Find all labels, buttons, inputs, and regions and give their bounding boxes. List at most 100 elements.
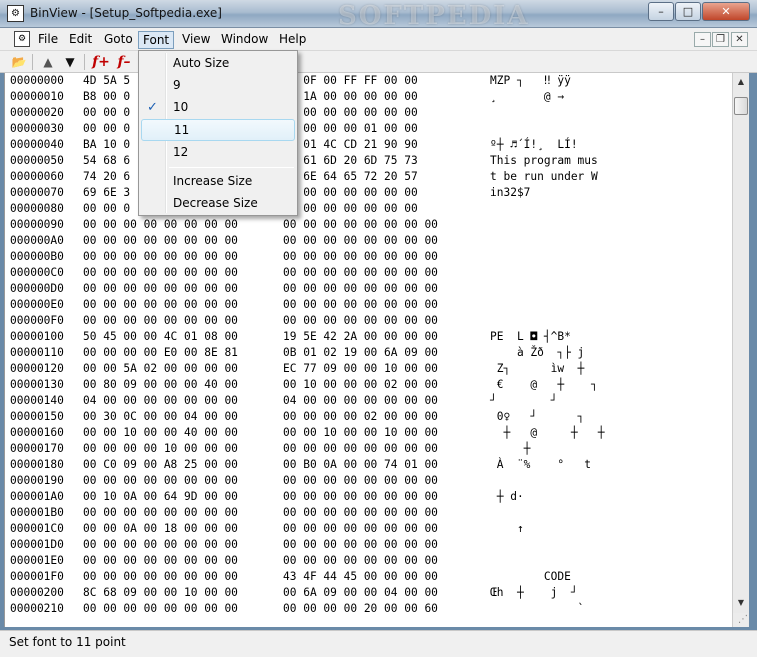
offset-cell: 00000140 — [10, 394, 64, 407]
hex-bytes-right: 00 00 00 00 02 00 00 00 — [283, 410, 438, 423]
offset-cell: 000001D0 — [10, 538, 64, 551]
hex-bytes-right: 00 00 00 00 00 00 00 00 — [283, 314, 438, 327]
menu-item-size-11[interactable]: 11 — [141, 119, 295, 141]
toolbar: 📂 ▲ ▼ f+ f– — [0, 51, 757, 73]
softpedia-watermark: SOFTPEDIA — [338, 1, 530, 31]
offset-cell: 00000100 — [10, 330, 64, 343]
scroll-bottom-icon[interactable]: ▼ — [60, 53, 80, 71]
hex-bytes-right: 00 6A 09 00 00 04 00 00 — [283, 586, 438, 599]
mdi-close-button[interactable]: ✕ — [731, 32, 748, 47]
hex-bytes-right: 00 00 00 00 00 00 00 00 — [283, 234, 438, 247]
mdi-restore-button[interactable]: ❐ — [712, 32, 729, 47]
open-folder-icon[interactable]: 📂 — [9, 53, 29, 71]
hex-bytes-right: 72 61 6D 20 6D 75 73 — [283, 154, 418, 167]
hex-bytes-right: B8 01 4C CD 21 90 90 — [283, 138, 418, 151]
menu-view[interactable]: View — [178, 31, 214, 49]
document-icon[interactable]: ⚙ — [14, 31, 30, 47]
hex-bytes-left: 74 20 6 — [83, 170, 131, 183]
offset-cell: 000000A0 — [10, 234, 64, 247]
ascii-cell: CODE — [490, 570, 571, 583]
ascii-cell: Œh ┼ j ┘ — [490, 586, 578, 599]
hex-bytes-right: 00 00 00 00 00 00 00 00 — [283, 522, 438, 535]
app-title-icon[interactable]: ⚙ — [7, 5, 24, 22]
hex-bytes-right: 00 00 00 00 00 00 00 00 — [283, 298, 438, 311]
hex-bytes-left: BA 10 0 — [83, 138, 131, 151]
hex-bytes-left: 00 00 0 — [83, 122, 131, 135]
scroll-up-arrow-icon[interactable]: ▲ — [733, 73, 749, 90]
menu-item-increase-size[interactable]: Increase Size — [141, 170, 295, 192]
offset-cell: 00000070 — [10, 186, 64, 199]
maximize-button[interactable]: □ — [675, 2, 701, 21]
hex-bytes-left: 00 00 00 00 00 00 00 00 — [83, 538, 238, 551]
offset-cell: 000000C0 — [10, 266, 64, 279]
menu-item-size-12[interactable]: 12 — [141, 141, 295, 163]
hex-bytes-left: 54 68 6 — [83, 154, 131, 167]
font-increase-icon[interactable]: f+ — [90, 53, 112, 71]
scroll-top-icon[interactable]: ▲ — [38, 53, 58, 71]
offset-cell: 00000170 — [10, 442, 64, 455]
hex-bytes-right: 00 00 00 00 00 00 00 00 — [283, 282, 438, 295]
title-bar: ⚙ BinView - [Setup_Softpedia.exe] SOFTPE… — [0, 0, 757, 31]
offset-cell: 00000080 — [10, 202, 64, 215]
hex-bytes-right: 19 5E 42 2A 00 00 00 00 — [283, 330, 438, 343]
menu-item-auto-size[interactable]: Auto Size — [141, 52, 295, 74]
hex-bytes-right: 00 00 00 00 00 00 00 00 — [283, 250, 438, 263]
font-decrease-icon[interactable]: f– — [113, 53, 135, 71]
menu-item-size-9[interactable]: 9 — [141, 74, 295, 96]
scroll-down-arrow-icon[interactable]: ▼ — [733, 594, 749, 611]
offset-cell: 000000F0 — [10, 314, 64, 327]
offset-cell: 00000000 — [10, 74, 64, 87]
ascii-cell: This program mus — [490, 154, 598, 167]
mdi-minimize-button[interactable]: – — [694, 32, 711, 47]
hex-bytes-left: 00 00 00 00 00 00 00 00 — [83, 554, 238, 567]
hex-bytes-right: 00 B0 0A 00 00 74 01 00 — [283, 458, 438, 471]
hex-bytes-right: 00 00 00 00 00 00 00 — [283, 202, 418, 215]
hex-bytes-left: 4D 5A 5 — [83, 74, 131, 87]
hex-bytes-left: 04 00 00 00 00 00 00 00 — [83, 394, 238, 407]
close-button[interactable]: ✕ — [702, 2, 750, 21]
window-title: BinView - [Setup_Softpedia.exe] — [30, 6, 222, 20]
offset-cell: 00000020 — [10, 106, 64, 119]
hex-bytes-right: 00 00 00 00 00 00 00 00 — [283, 554, 438, 567]
resize-grip-icon[interactable]: ⋰ — [733, 613, 748, 627]
menu-help[interactable]: Help — [275, 31, 310, 49]
hex-bytes-left: 00 00 00 00 00 00 00 00 — [83, 266, 238, 279]
hex-bytes-left: 00 C0 09 00 A8 25 00 00 — [83, 458, 238, 471]
hex-bytes-left: 00 00 00 00 00 00 00 00 — [83, 234, 238, 247]
hex-bytes-right: 00 00 00 00 00 00 00 00 — [283, 506, 438, 519]
menu-edit[interactable]: Edit — [65, 31, 96, 49]
hex-bytes-left: 00 00 00 00 00 00 00 00 — [83, 506, 238, 519]
vertical-scrollbar[interactable]: ▲ ▼ — [732, 73, 749, 627]
hex-bytes-right: 75 6E 64 65 72 20 57 — [283, 170, 418, 183]
offset-cell: 00000180 — [10, 458, 64, 471]
menu-item-decrease-size[interactable]: Decrease Size — [141, 192, 295, 214]
hex-bytes-left: 69 6E 3 — [83, 186, 131, 199]
ascii-cell: ¸ @ → — [490, 90, 565, 103]
hex-bytes-right: 43 4F 44 45 00 00 00 00 — [283, 570, 438, 583]
scroll-thumb[interactable] — [734, 97, 748, 115]
hex-view[interactable]: 00000000 4D 5A 5 00 0F 00 FF FF 00 00 MZP ┐… — [4, 73, 732, 627]
menu-font[interactable]: Font — [138, 31, 175, 49]
offset-cell: 000000B0 — [10, 250, 64, 263]
ascii-cell: PE L ◘ ┤^B* — [490, 330, 571, 343]
minimize-button[interactable]: – — [648, 2, 674, 21]
menu-window[interactable]: Window — [217, 31, 272, 49]
offset-cell: 00000040 — [10, 138, 64, 151]
ascii-cell: ↑ — [490, 522, 524, 535]
hex-bytes-left: 00 00 00 00 00 00 00 00 — [83, 474, 238, 487]
ascii-cell: ` — [490, 602, 585, 615]
offset-cell: 00000160 — [10, 426, 64, 439]
ascii-cell: À ¨% ° t — [490, 458, 592, 471]
hex-bytes-right: 00 00 00 00 00 00 00 00 — [283, 474, 438, 487]
hex-bytes-right: 04 00 00 00 00 00 00 00 — [283, 394, 438, 407]
hex-bytes-left: 00 00 0A 00 18 00 00 00 — [83, 522, 238, 535]
hex-bytes-right: 00 00 00 00 00 00 00 00 — [283, 442, 438, 455]
menu-item-size-10[interactable]: 10 — [141, 96, 295, 118]
menu-goto[interactable]: Goto — [100, 31, 137, 49]
hex-bytes-left: 00 10 0A 00 64 9D 00 00 — [83, 490, 238, 503]
offset-cell: 00000200 — [10, 586, 64, 599]
toolbar-separator — [84, 54, 85, 70]
menu-file[interactable]: File — [34, 31, 62, 49]
offset-cell: 000001A0 — [10, 490, 64, 503]
ascii-cell: ┼ — [490, 442, 531, 455]
